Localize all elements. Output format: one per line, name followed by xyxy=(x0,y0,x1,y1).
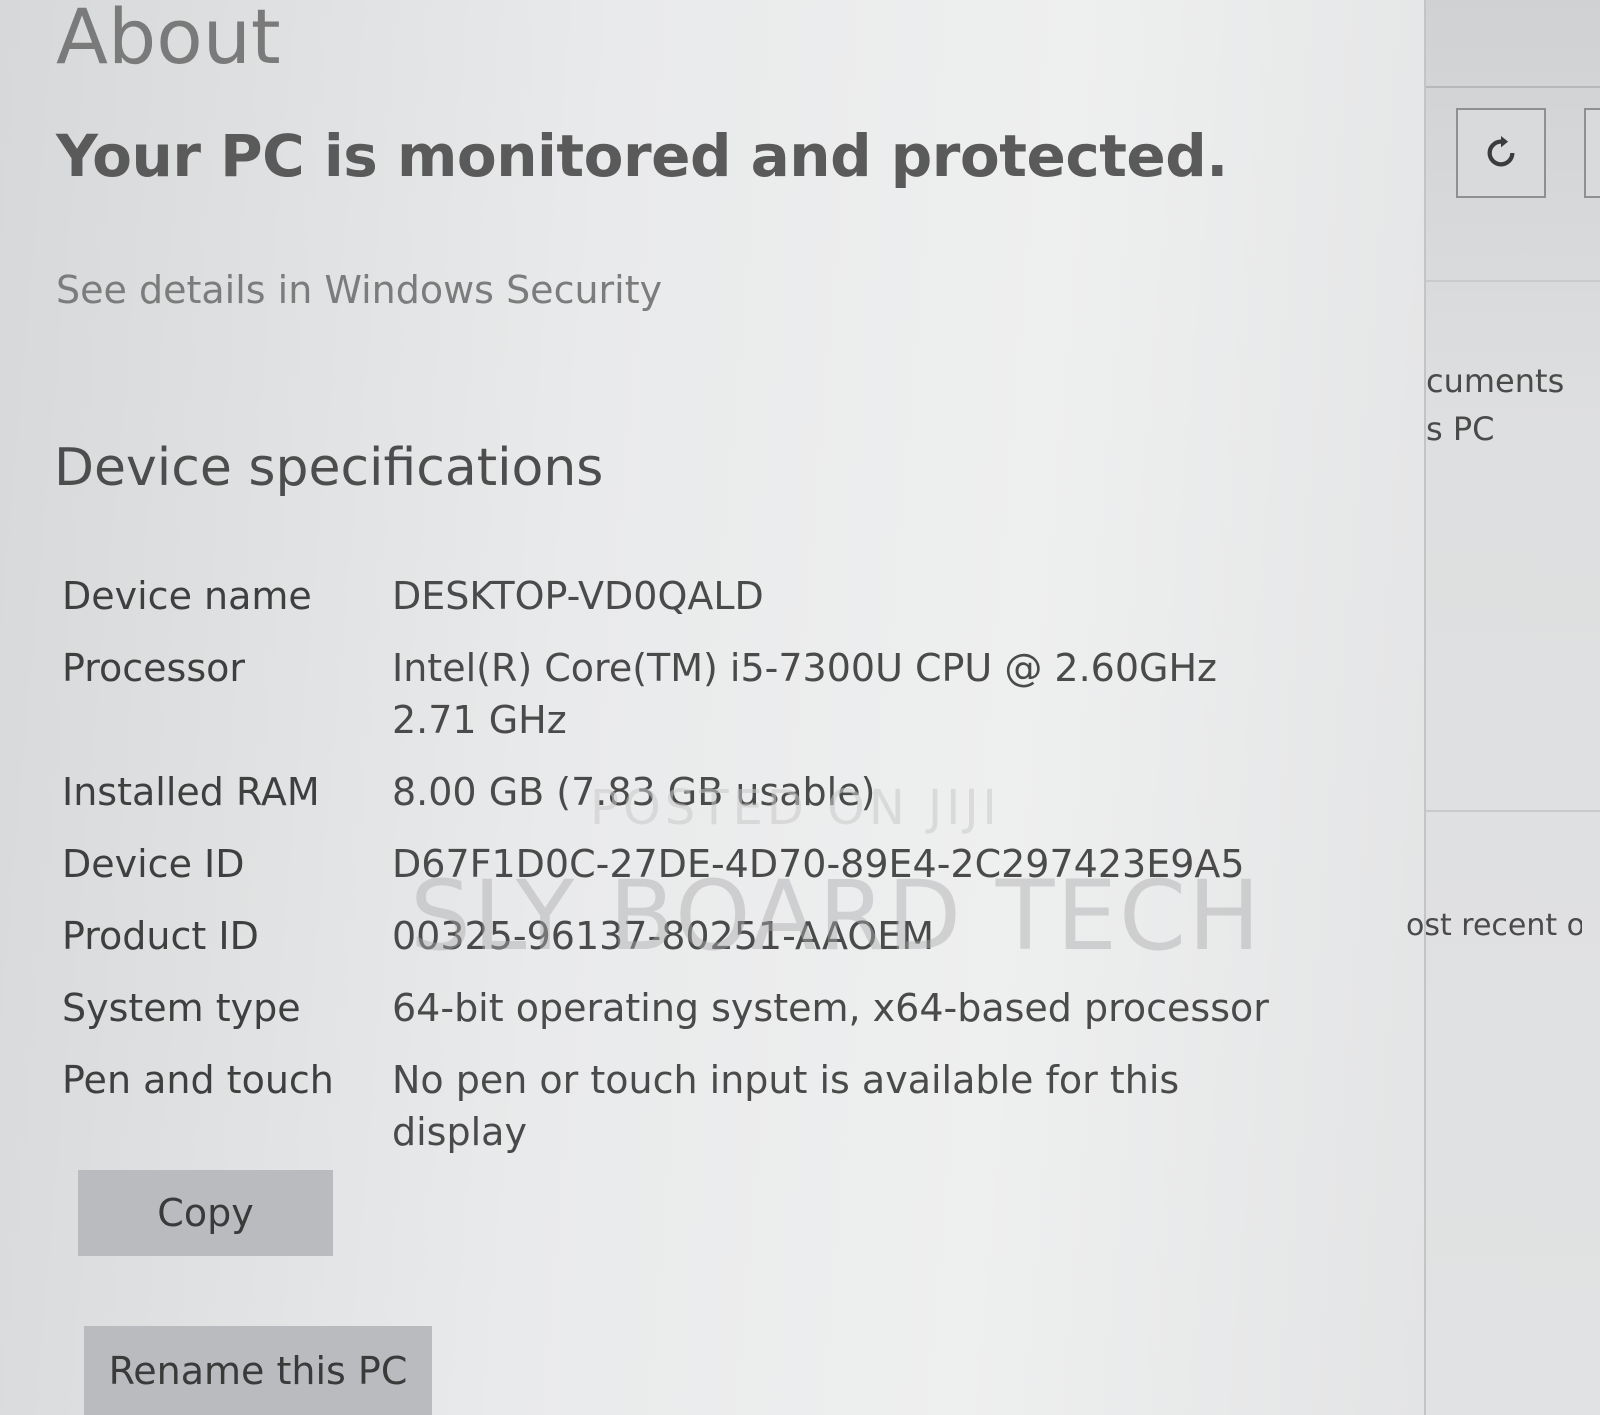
page-title: About xyxy=(56,0,281,81)
about-panel: About Your PC is monitored and protected… xyxy=(0,0,1424,1415)
spec-value: DESKTOP-VD0QALD xyxy=(392,574,764,618)
rename-pc-button[interactable]: Rename this PC xyxy=(84,1326,432,1415)
windows-security-link[interactable]: See details in Windows Security xyxy=(56,268,662,312)
spec-value: D67F1D0C-27DE-4D70-89E4-2C297423E9A5 xyxy=(392,842,1245,886)
spec-label: Device name xyxy=(62,574,312,618)
refresh-icon xyxy=(1487,136,1515,167)
spec-label: Processor xyxy=(62,646,246,690)
related-text-recent: ost recent or xyxy=(1406,908,1582,943)
spec-label: Pen and touch xyxy=(62,1058,334,1102)
divider xyxy=(1426,280,1600,282)
protection-status-text: Your PC is monitored and protected. xyxy=(56,122,1228,190)
spec-value: 64-bit operating system, x64-based proce… xyxy=(392,986,1269,1030)
spec-label: System type xyxy=(62,986,301,1030)
spec-value: 8.00 GB (7.83 GB usable) xyxy=(392,770,876,814)
spec-row-pen-and-touch: Pen and touch No pen or touch input is a… xyxy=(62,1054,1382,1158)
copy-button[interactable]: Copy xyxy=(78,1170,333,1256)
related-link-documents[interactable]: cuments xyxy=(1426,362,1600,400)
device-specifications-list: Device name DESKTOP-VD0QALD Processor In… xyxy=(62,570,1382,1178)
related-link-pc[interactable]: s PC xyxy=(1426,410,1600,448)
spec-label: Device ID xyxy=(62,842,245,886)
related-settings-panel: cuments s PC ost recent or xyxy=(1406,0,1600,1415)
spec-label: Product ID xyxy=(62,914,259,958)
spec-value: No pen or touch input is available for t… xyxy=(392,1058,1180,1154)
partial-button[interactable] xyxy=(1584,108,1600,198)
spec-row-installed-ram: Installed RAM 8.00 GB (7.83 GB usable) xyxy=(62,766,1382,818)
divider xyxy=(1426,810,1600,812)
spec-value: 00325-96137-80251-AAOEM xyxy=(392,914,935,958)
spec-row-system-type: System type 64-bit operating system, x64… xyxy=(62,982,1382,1034)
spec-value: Intel(R) Core(TM) i5-7300U CPU @ 2.60GHz… xyxy=(392,646,1217,742)
device-specifications-heading: Device specifications xyxy=(54,438,604,498)
spec-row-product-id: Product ID 00325-96137-80251-AAOEM xyxy=(62,910,1382,962)
spec-row-device-name: Device name DESKTOP-VD0QALD xyxy=(62,570,1382,622)
spec-label: Installed RAM xyxy=(62,770,320,814)
spec-row-device-id: Device ID D67F1D0C-27DE-4D70-89E4-2C2974… xyxy=(62,838,1382,890)
refresh-button[interactable] xyxy=(1456,108,1546,198)
divider xyxy=(1426,86,1600,88)
spec-row-processor: Processor Intel(R) Core(TM) i5-7300U CPU… xyxy=(62,642,1382,746)
